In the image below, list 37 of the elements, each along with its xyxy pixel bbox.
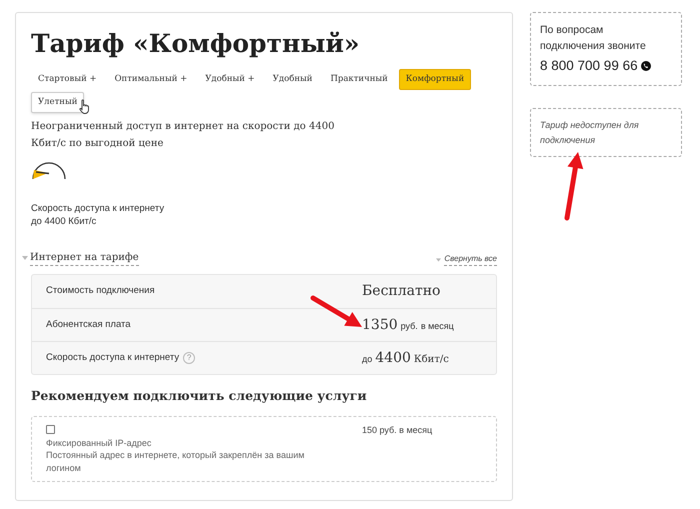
recommend-title: Рекомендуем подключить следующие услуги	[31, 387, 367, 405]
hand-cursor-icon	[79, 99, 92, 115]
annotation-arrow	[310, 296, 362, 327]
speed-amount: 4400	[375, 348, 411, 368]
tariff-tab[interactable]: Удобный +	[198, 69, 262, 90]
service-checkbox[interactable]	[46, 424, 55, 434]
tariff-tab[interactable]: Практичный	[323, 69, 395, 90]
speed-prefix: до	[362, 352, 372, 366]
speed-caption: Скорость доступа к интернету	[31, 202, 164, 215]
section-title[interactable]: Интернет на тарифе	[30, 250, 139, 266]
tariff-tab[interactable]: Комфортный	[398, 69, 472, 90]
tariff-description: Неограниченный доступ в интернет на скорости до 4400 Кбит/с по выгодной цене	[31, 120, 336, 151]
phone-number: 8 800 700 99 66	[540, 57, 638, 75]
service-price: 150 руб. в месяц	[362, 424, 432, 436]
row-value: Бесплатно	[362, 282, 440, 301]
phone-icon	[640, 61, 651, 72]
annotation-arrow	[564, 152, 584, 220]
price-amount: 1350	[362, 316, 398, 334]
speed-unit: Кбит/с	[414, 352, 449, 366]
speed-caption: до 4400 Кбит/с	[31, 215, 96, 228]
price-unit: руб.	[400, 320, 418, 333]
contact-text: подключения звоните	[540, 39, 646, 54]
row-label: Скорость доступа к интернету	[46, 350, 180, 365]
contact-text: По вопросам	[540, 23, 604, 38]
service-name: Фиксированный IP-адрес	[46, 436, 152, 450]
tariff-tab[interactable]: Стартовый +	[31, 69, 104, 90]
row-label: Стоимость подключения	[46, 284, 155, 298]
triangle-icon	[22, 256, 28, 260]
triangle-icon	[436, 258, 442, 262]
service-description: Постоянный адрес в интернете, который закреплён за вашим логином	[46, 449, 306, 474]
collapse-all-link[interactable]: Свернуть все	[444, 253, 497, 266]
notice-text: Тариф недоступен для подключения	[540, 119, 640, 148]
tariff-tab[interactable]: Удобный	[266, 69, 320, 90]
page-title: Тариф «Комфортный»	[31, 28, 360, 60]
tariff-tab[interactable]: Оптимальный +	[108, 69, 194, 90]
price-period: в месяц	[420, 320, 454, 333]
row-label: Абонентская плата	[46, 318, 131, 332]
